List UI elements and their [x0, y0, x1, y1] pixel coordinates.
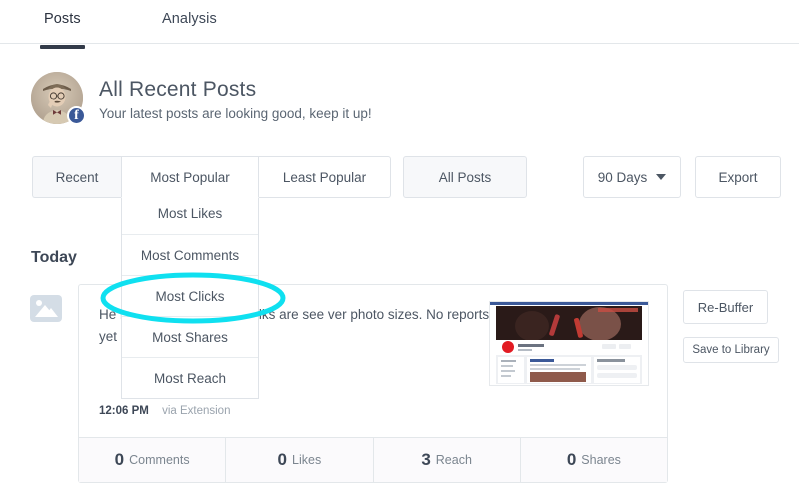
- dropdown-item-most-likes[interactable]: Most Likes: [122, 193, 258, 234]
- stat-reach-value: 3: [421, 450, 431, 469]
- tab-posts-label: Posts: [44, 11, 81, 27]
- filter-all-posts-button[interactable]: All Posts: [403, 156, 527, 198]
- post-timestamp: 12:06 PM: [99, 405, 149, 417]
- post-source: via Extension: [162, 405, 231, 417]
- stat-likes-label: Likes: [292, 453, 322, 467]
- dropdown-item-most-reach[interactable]: Most Reach: [122, 357, 258, 398]
- stat-comments-label: Comments: [129, 453, 190, 467]
- stat-likes: 0 Likes: [226, 438, 374, 482]
- post-thumbnail-image: [490, 302, 648, 385]
- page-header: f All Recent Posts Your latest posts are…: [0, 44, 799, 144]
- tab-analysis[interactable]: Analysis: [158, 8, 221, 44]
- dropdown-item-most-shares-label: Most Shares: [152, 329, 228, 345]
- dropdown-item-most-shares[interactable]: Most Shares: [122, 316, 258, 357]
- facebook-badge-icon: f: [67, 106, 86, 125]
- filter-least-popular-label: Least Popular: [282, 169, 367, 185]
- filter-recent-button[interactable]: Recent: [32, 156, 121, 198]
- filter-recent-label: Recent: [55, 169, 99, 185]
- filter-least-popular-button[interactable]: Least Popular: [259, 156, 391, 198]
- re-buffer-button[interactable]: Re-Buffer: [683, 290, 768, 324]
- tab-posts[interactable]: Posts: [40, 8, 85, 49]
- post-stats-bar: 0 Comments 0 Likes 3 Reach 0 Shares: [79, 437, 667, 482]
- stat-likes-value: 0: [277, 450, 288, 469]
- filter-all-posts-label: All Posts: [438, 169, 492, 185]
- chevron-down-icon: [656, 174, 667, 180]
- stat-reach-label: Reach: [435, 453, 472, 467]
- stat-comments: 0 Comments: [79, 438, 227, 482]
- dropdown-item-most-reach-label: Most Reach: [153, 370, 227, 386]
- dropdown-item-most-likes-label: Most Likes: [157, 206, 223, 221]
- export-label: Export: [718, 169, 758, 185]
- page-subtitle: Your latest posts are looking good, keep…: [99, 106, 372, 121]
- post-image-placeholder-icon: [30, 295, 62, 322]
- filter-most-popular-label: Most Popular: [150, 169, 230, 185]
- app-root: Posts Analysis f All Recent Posts Your l…: [0, 0, 799, 501]
- tab-analysis-label: Analysis: [162, 11, 217, 27]
- top-tab-bar: Posts Analysis: [0, 0, 799, 49]
- filter-most-popular-button[interactable]: Most Popular: [121, 156, 259, 198]
- re-buffer-label: Re-Buffer: [697, 299, 754, 315]
- section-heading-today: Today: [31, 249, 77, 266]
- stat-reach: 3 Reach: [374, 438, 521, 482]
- date-range-label: 90 Days: [597, 169, 648, 185]
- post-meta: 12:06 PM via Extension: [99, 405, 230, 417]
- date-range-dropdown-button[interactable]: 90 Days: [583, 156, 681, 198]
- post-thumbnail[interactable]: [489, 301, 649, 386]
- dropdown-item-most-comments-label: Most Comments: [140, 247, 240, 263]
- dropdown-item-most-comments[interactable]: Most Comments: [122, 234, 258, 275]
- stat-shares-label: Shares: [581, 453, 621, 467]
- stat-shares: 0 Shares: [521, 438, 667, 482]
- placeholder-mountain-small: [44, 308, 58, 317]
- save-to-library-label: Save to Library: [692, 344, 770, 356]
- avatar[interactable]: f: [31, 72, 86, 125]
- save-to-library-button[interactable]: Save to Library: [683, 337, 779, 363]
- stat-comments-value: 0: [114, 450, 125, 469]
- sort-dropdown-menu: Most Likes Most Comments Most Clicks Mos…: [121, 193, 259, 399]
- page-title: All Recent Posts: [99, 78, 257, 101]
- stat-shares-value: 0: [566, 450, 577, 469]
- dropdown-item-most-clicks-label: Most Clicks: [155, 288, 225, 304]
- dropdown-item-most-clicks[interactable]: Most Clicks: [122, 275, 258, 316]
- export-button[interactable]: Export: [695, 156, 781, 198]
- filter-toolbar: Recent Most Popular Least Popular All Po…: [0, 144, 799, 206]
